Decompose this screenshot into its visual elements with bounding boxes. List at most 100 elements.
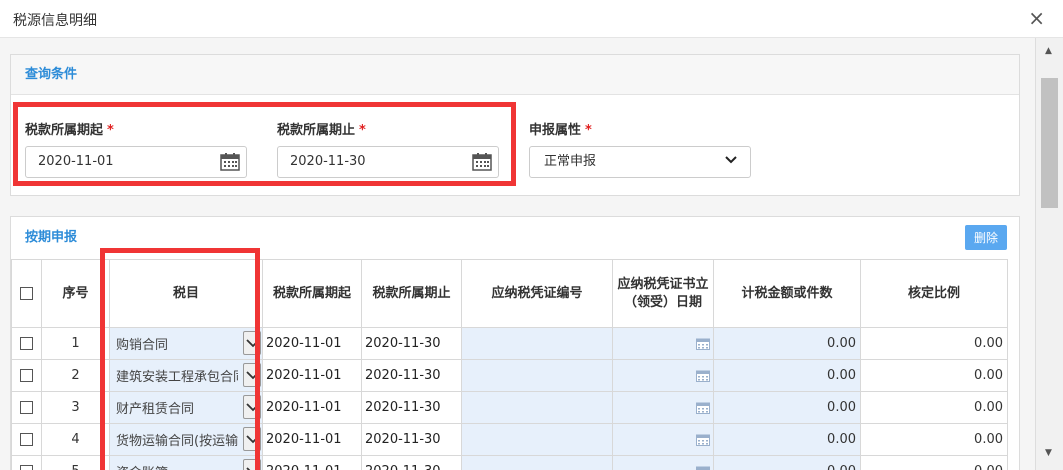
row-no: 3 [41, 391, 110, 424]
row-end-date: 2020-11-30 [361, 391, 462, 424]
start-period-field: 税款所属期起 * 2020-11-01 [25, 119, 247, 178]
amount-input[interactable]: 0.00 [713, 423, 861, 456]
ratio-value: 0.00 [860, 423, 1008, 456]
row-end-date: 2020-11-30 [361, 455, 462, 470]
row-checkbox[interactable] [20, 433, 33, 446]
col-header-amount: 计税金额或件数 [713, 259, 861, 328]
calendar-icon[interactable] [472, 153, 492, 171]
table-row: 2 建筑安装工程承包合同 2020-11-01 2020-11-30 0.00 0.00 [11, 359, 1008, 392]
col-header-start: 税款所属期起 [262, 259, 362, 328]
query-panel-header: 查询条件 [11, 55, 1019, 95]
col-header-end: 税款所属期止 [361, 259, 462, 328]
end-period-field: 税款所属期止 * 2020-11-30 [277, 119, 499, 178]
start-period-input[interactable]: 2020-11-01 [25, 146, 247, 178]
calendar-icon[interactable] [696, 370, 710, 382]
tax-item-select[interactable]: 资金账簿 [109, 455, 263, 470]
report-panel-header: 按期申报 [11, 217, 1019, 259]
dialog-titlebar: 税源信息明细 × [0, 0, 1063, 38]
row-no: 5 [41, 455, 110, 470]
voucher-date-input[interactable] [612, 359, 714, 392]
chevron-down-icon[interactable] [243, 331, 261, 355]
table-header-row: 序号 税目 税款所属期起 税款所属期止 应纳税凭证编号 应纳税凭证书立（领受）日… [11, 259, 1008, 328]
row-checkbox[interactable] [20, 369, 33, 382]
voucher-date-input[interactable] [612, 327, 714, 360]
row-start-date: 2020-11-01 [262, 359, 362, 392]
tax-item-value: 资金账簿 [116, 462, 238, 470]
row-end-date: 2020-11-30 [361, 423, 462, 456]
row-checkbox[interactable] [20, 465, 33, 470]
amount-input[interactable]: 0.00 [713, 327, 861, 360]
required-mark: * [107, 123, 114, 138]
tax-item-select[interactable]: 货物运输合同(按运输费用) [109, 423, 263, 456]
row-start-date: 2020-11-01 [262, 423, 362, 456]
report-panel: 按期申报 删除 序号 税目 税款所属期起 税款所属期止 应纳税凭证编号 应纳税凭… [10, 216, 1020, 470]
voucher-no-input[interactable] [461, 455, 613, 470]
row-start-date: 2020-11-01 [262, 327, 362, 360]
end-period-input[interactable]: 2020-11-30 [277, 146, 499, 178]
table-row: 5 资金账簿 2020-11-012020-11-30 0.000.00 [11, 455, 1008, 470]
calendar-icon[interactable] [220, 153, 240, 171]
required-mark: * [359, 123, 366, 138]
scroll-down-icon[interactable]: ▼ [1045, 448, 1052, 458]
row-checkbox[interactable] [20, 337, 33, 350]
voucher-no-input[interactable] [461, 359, 613, 392]
start-period-value: 2020-11-01 [38, 154, 114, 169]
row-end-date: 2020-11-30 [361, 327, 462, 360]
calendar-icon[interactable] [696, 466, 710, 470]
row-checkbox[interactable] [20, 401, 33, 414]
amount-input[interactable]: 0.00 [713, 455, 861, 470]
row-start-date: 2020-11-01 [262, 455, 362, 470]
delete-button[interactable]: 删除 [965, 225, 1007, 250]
calendar-icon[interactable] [696, 434, 710, 446]
scroll-thumb[interactable] [1041, 78, 1058, 208]
dialog-title: 税源信息明细 [13, 13, 97, 29]
row-end-date: 2020-11-30 [361, 359, 462, 392]
col-header-voucher-no: 应纳税凭证编号 [461, 259, 613, 328]
voucher-no-input[interactable] [461, 327, 613, 360]
col-header-no: 序号 [41, 259, 110, 328]
vertical-scrollbar[interactable]: ▲ ▼ [1035, 38, 1063, 470]
ratio-value: 0.00 [860, 455, 1008, 470]
chevron-down-icon [725, 156, 737, 164]
voucher-date-input[interactable] [612, 423, 714, 456]
calendar-icon[interactable] [696, 402, 710, 414]
report-attr-select[interactable]: 正常申报 [529, 146, 751, 178]
calendar-icon[interactable] [696, 338, 710, 350]
tax-item-value: 货物运输合同(按运输费用) [116, 434, 238, 449]
report-attr-value: 正常申报 [544, 154, 597, 169]
chevron-down-icon[interactable] [243, 459, 261, 470]
col-header-item: 税目 [109, 259, 263, 328]
ratio-value: 0.00 [860, 327, 1008, 360]
voucher-date-input[interactable] [612, 455, 714, 470]
chevron-down-icon[interactable] [243, 363, 261, 387]
dialog-content: 查询条件 税款所属期起 * 2020-11-01 税款所属期止 * 2020-1… [0, 38, 1035, 470]
table-row: 4 货物运输合同(按运输费用) 2020-11-012020-11-30 0.000.… [11, 423, 1008, 456]
end-period-label: 税款所属期止 [277, 123, 356, 138]
amount-input[interactable]: 0.00 [713, 391, 861, 424]
query-panel: 查询条件 税款所属期起 * 2020-11-01 税款所属期止 * 2020-1… [10, 54, 1020, 196]
row-no: 4 [41, 423, 110, 456]
ratio-value: 0.00 [860, 391, 1008, 424]
scroll-up-icon[interactable]: ▲ [1045, 46, 1052, 56]
end-period-value: 2020-11-30 [290, 154, 366, 169]
start-period-label: 税款所属期起 [25, 123, 104, 138]
amount-input[interactable]: 0.00 [713, 359, 861, 392]
tax-item-select[interactable]: 购销合同 [109, 327, 263, 360]
tax-item-select[interactable]: 建筑安装工程承包合同 [109, 359, 263, 392]
ratio-value: 0.00 [860, 359, 1008, 392]
col-header-voucher-date: 应纳税凭证书立（领受）日期 [612, 259, 714, 328]
table-row: 3 财产租赁合同 2020-11-01 2020-11-30 0.00 0.00 [11, 391, 1008, 424]
select-all-checkbox[interactable] [20, 286, 33, 300]
tax-item-value: 建筑安装工程承包合同 [116, 370, 238, 385]
chevron-down-icon[interactable] [243, 427, 261, 451]
voucher-no-input[interactable] [461, 391, 613, 424]
required-mark: * [585, 123, 592, 138]
voucher-no-input[interactable] [461, 423, 613, 456]
row-no: 2 [41, 359, 110, 392]
col-header-ratio: 核定比例 [860, 259, 1008, 328]
tax-item-select[interactable]: 财产租赁合同 [109, 391, 263, 424]
chevron-down-icon[interactable] [243, 395, 261, 419]
report-table: 序号 税目 税款所属期起 税款所属期止 应纳税凭证编号 应纳税凭证书立（领受）日… [11, 259, 1011, 470]
voucher-date-input[interactable] [612, 391, 714, 424]
close-icon[interactable]: × [1028, 6, 1045, 30]
